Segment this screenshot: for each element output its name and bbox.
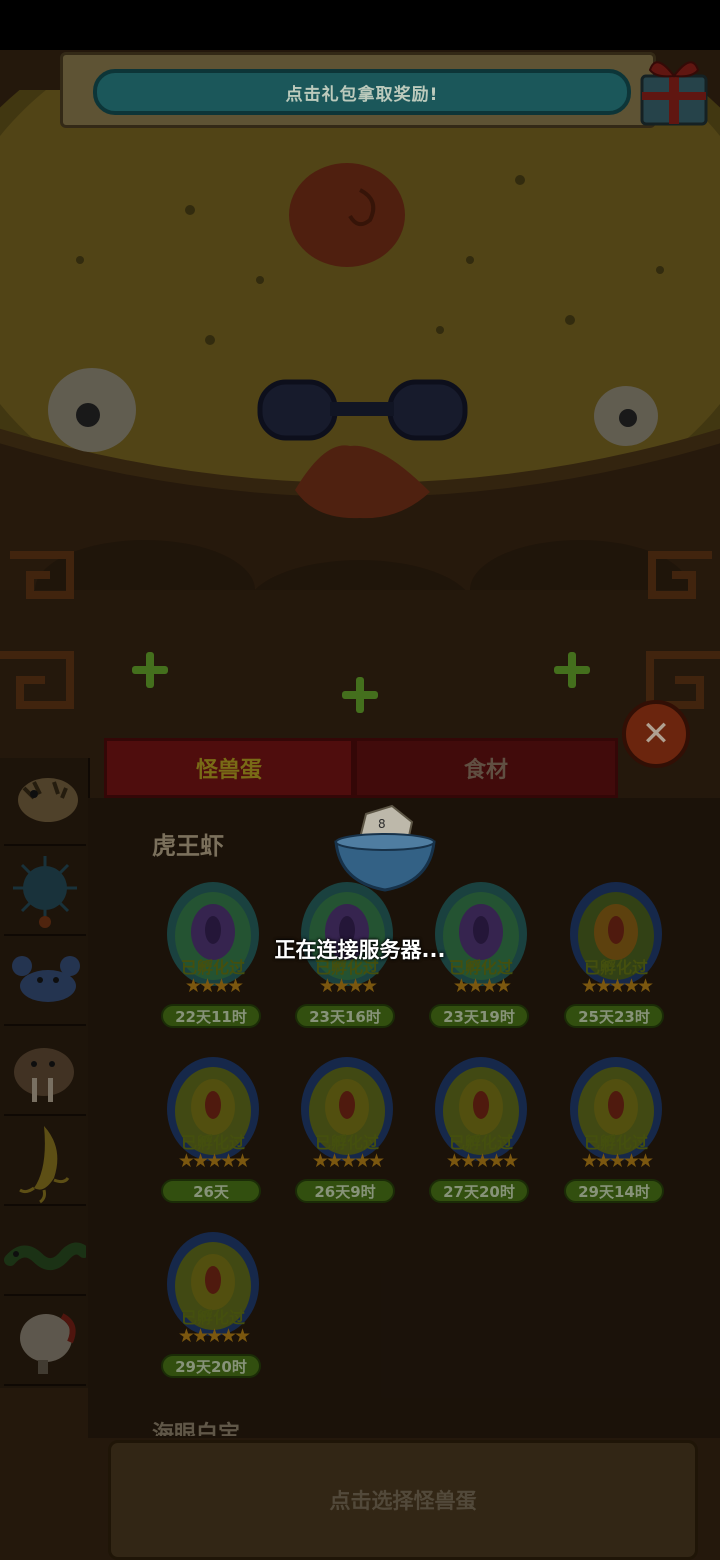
loading-dim-overlay [0,50,720,1560]
loading-text: 正在连接服务器... [274,938,446,962]
status-bar [0,0,720,50]
